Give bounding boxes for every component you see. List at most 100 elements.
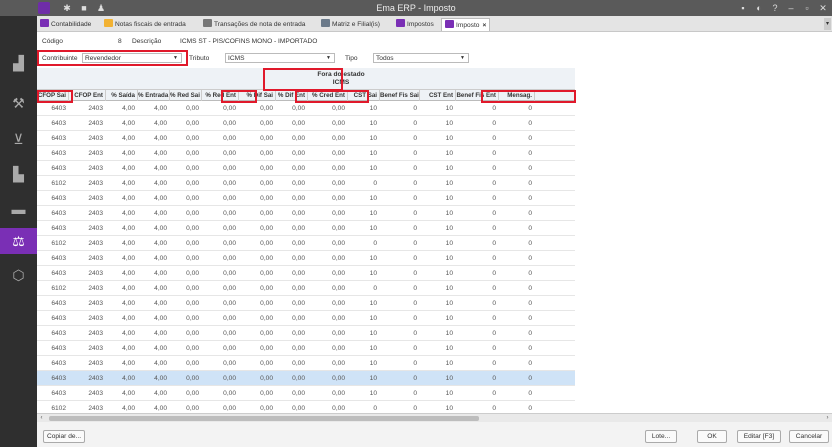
table-cell[interactable]: 0 xyxy=(456,116,499,131)
table-row[interactable]: 6403 2403 4,00 4,00 0,00 0,00 0,00 0,00 0,00 10 0 1… xyxy=(37,311,575,326)
table-cell[interactable]: 2403 xyxy=(69,176,106,191)
table-cell[interactable]: 0,00 xyxy=(308,296,348,311)
table-cell[interactable]: 0,00 xyxy=(276,386,308,401)
table-cell[interactable]: 4,00 xyxy=(106,206,138,221)
table-cell[interactable]: 0,00 xyxy=(239,386,276,401)
table-cell[interactable]: 10 xyxy=(420,371,456,386)
table-cell[interactable]: 10 xyxy=(420,101,456,116)
table-row[interactable]: 6403 2403 4,00 4,00 0,00 0,00 0,00 0,00 0,00 10 0 1… xyxy=(37,371,575,386)
table-cell[interactable]: 2403 xyxy=(69,326,106,341)
column-header[interactable]: % Dif Sai xyxy=(239,90,276,101)
table-cell[interactable]: 0,00 xyxy=(170,296,202,311)
table-cell[interactable]: 0,00 xyxy=(308,341,348,356)
table-cell[interactable]: 0 xyxy=(380,356,420,371)
table-cell[interactable]: 4,00 xyxy=(138,356,170,371)
keyboard-icon[interactable]: ▪ xyxy=(736,2,750,14)
table-cell[interactable]: 4,00 xyxy=(106,311,138,326)
table-cell[interactable]: 0,00 xyxy=(308,161,348,176)
globe-icon[interactable]: ◐ xyxy=(752,2,766,14)
table-cell[interactable]: 0 xyxy=(499,131,535,146)
table-cell[interactable]: 0 xyxy=(380,266,420,281)
table-cell[interactable]: 2403 xyxy=(69,311,106,326)
column-header[interactable]: Benef Fis Ent xyxy=(456,90,499,101)
table-cell[interactable]: 10 xyxy=(420,221,456,236)
column-header[interactable]: Mensag. xyxy=(499,90,535,101)
table-cell[interactable]: 0,00 xyxy=(239,221,276,236)
table-cell[interactable]: 0 xyxy=(380,131,420,146)
table-cell[interactable]: 2403 xyxy=(69,146,106,161)
table-cell[interactable]: 4,00 xyxy=(106,266,138,281)
table-cell[interactable]: 10 xyxy=(420,146,456,161)
table-cell[interactable]: 0 xyxy=(380,101,420,116)
table-row[interactable]: 6403 2403 4,00 4,00 0,00 0,00 0,00 0,00 0,00 10 0 1… xyxy=(37,251,575,266)
table-cell[interactable]: 6102 xyxy=(37,236,69,251)
table-cell[interactable]: 0 xyxy=(456,221,499,236)
table-cell[interactable]: 0,00 xyxy=(239,101,276,116)
table-cell[interactable]: 4,00 xyxy=(138,281,170,296)
table-cell[interactable]: 0 xyxy=(348,281,380,296)
tab-impostos[interactable]: Impostos xyxy=(396,18,434,31)
table-cell[interactable]: 4,00 xyxy=(106,341,138,356)
table-cell[interactable]: 4,00 xyxy=(138,146,170,161)
table-cell[interactable]: 0,00 xyxy=(308,176,348,191)
table-cell[interactable]: 0,00 xyxy=(202,206,239,221)
column-header[interactable]: % Entrada xyxy=(138,90,170,101)
column-header[interactable]: CST Ent xyxy=(420,90,456,101)
table-cell[interactable]: 4,00 xyxy=(106,251,138,266)
table-cell[interactable]: 0 xyxy=(380,251,420,266)
table-cell[interactable]: 0,00 xyxy=(170,356,202,371)
tab-scroll-icon[interactable]: ▾ xyxy=(824,18,831,30)
table-cell[interactable]: 0,00 xyxy=(202,236,239,251)
table-cell[interactable]: 10 xyxy=(348,191,380,206)
table-cell[interactable]: 10 xyxy=(348,356,380,371)
table-row[interactable]: 6403 2403 4,00 4,00 0,00 0,00 0,00 0,00 0,00 10 0 1… xyxy=(37,266,575,281)
table-cell[interactable]: 6102 xyxy=(37,176,69,191)
table-cell[interactable]: 10 xyxy=(420,326,456,341)
table-cell[interactable]: 10 xyxy=(348,251,380,266)
table-cell[interactable]: 0,00 xyxy=(202,356,239,371)
table-cell[interactable]: 0,00 xyxy=(170,146,202,161)
table-cell[interactable]: 0,00 xyxy=(308,356,348,371)
table-cell[interactable]: 0 xyxy=(499,251,535,266)
table-cell[interactable]: 4,00 xyxy=(106,146,138,161)
sidebar-item-products-icon[interactable]: ⬡ xyxy=(0,262,37,288)
table-cell[interactable]: 10 xyxy=(348,131,380,146)
table-cell[interactable]: 4,00 xyxy=(106,281,138,296)
table-cell[interactable]: 0 xyxy=(499,281,535,296)
table-cell[interactable]: 4,00 xyxy=(106,116,138,131)
column-header[interactable]: % Red Ent xyxy=(202,90,239,101)
table-cell[interactable]: 4,00 xyxy=(106,326,138,341)
table-cell[interactable]: 10 xyxy=(420,296,456,311)
table-cell[interactable]: 0,00 xyxy=(308,311,348,326)
table-cell[interactable]: 0,00 xyxy=(202,221,239,236)
sidebar-item-taxes-icon[interactable]: ⚖ xyxy=(0,228,37,254)
table-cell[interactable]: 10 xyxy=(348,116,380,131)
table-cell[interactable]: 2403 xyxy=(69,221,106,236)
table-cell[interactable]: 0 xyxy=(499,326,535,341)
table-cell[interactable]: 0 xyxy=(499,311,535,326)
column-header[interactable]: % Saída xyxy=(106,90,138,101)
table-cell[interactable]: 0,00 xyxy=(239,206,276,221)
table-cell[interactable]: 0 xyxy=(499,356,535,371)
table-cell[interactable]: 0 xyxy=(348,176,380,191)
table-cell[interactable]: 6403 xyxy=(37,131,69,146)
table-cell[interactable]: 0 xyxy=(499,191,535,206)
table-cell[interactable]: 0,00 xyxy=(276,296,308,311)
table-cell[interactable]: 2403 xyxy=(69,236,106,251)
table-cell[interactable]: 4,00 xyxy=(138,311,170,326)
table-cell[interactable]: 0,00 xyxy=(308,116,348,131)
table-cell[interactable]: 0,00 xyxy=(239,131,276,146)
sidebar-item-reports-icon[interactable]: ▙ xyxy=(0,161,37,187)
table-cell[interactable]: 10 xyxy=(348,311,380,326)
table-cell[interactable]: 0,00 xyxy=(202,386,239,401)
table-cell[interactable]: 0,00 xyxy=(239,371,276,386)
table-cell[interactable]: 4,00 xyxy=(106,386,138,401)
table-cell[interactable]: 10 xyxy=(420,341,456,356)
table-row[interactable]: 6403 2403 4,00 4,00 0,00 0,00 0,00 0,00 0,00 10 0 1… xyxy=(37,326,575,341)
table-cell[interactable]: 0,00 xyxy=(170,176,202,191)
table-cell[interactable]: 10 xyxy=(420,131,456,146)
table-cell[interactable]: 10 xyxy=(420,161,456,176)
table-cell[interactable]: 4,00 xyxy=(138,191,170,206)
table-cell[interactable]: 0,00 xyxy=(170,251,202,266)
table-cell[interactable]: 2403 xyxy=(69,281,106,296)
